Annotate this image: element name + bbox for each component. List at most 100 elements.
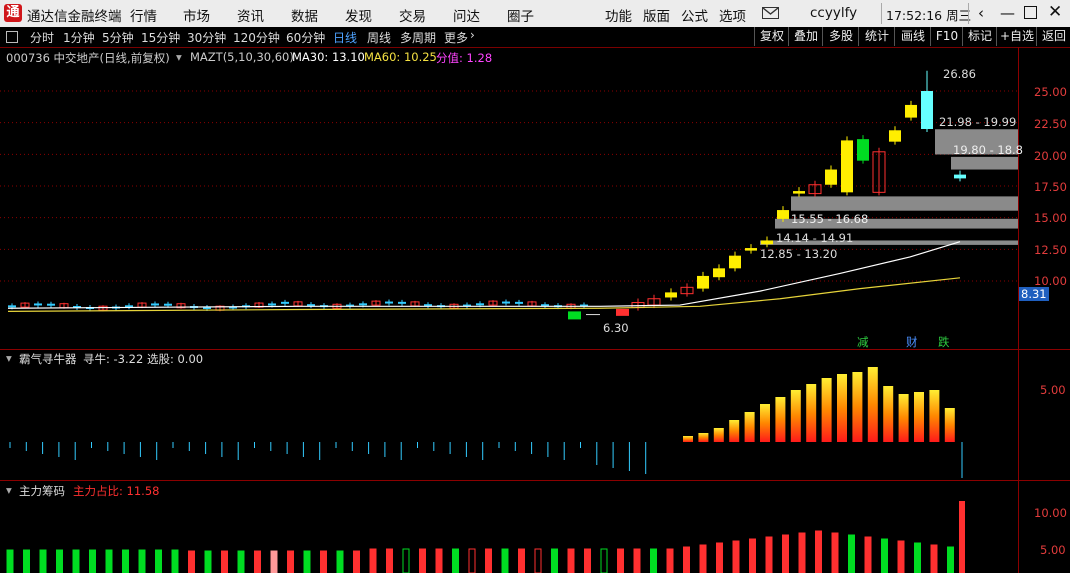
- bar: [600, 548, 608, 573]
- candle: [476, 303, 484, 306]
- y-tick: 15.00: [1034, 211, 1067, 225]
- bar: [699, 544, 707, 573]
- chips-histogram[interactable]: [0, 481, 1018, 573]
- bar: [914, 392, 924, 442]
- divider: [881, 3, 882, 24]
- close-icon[interactable]: ✕: [1048, 2, 1062, 22]
- candle: [905, 104, 917, 118]
- menu-shichang[interactable]: 市场: [183, 5, 210, 25]
- y-tick: 25.00: [1034, 85, 1067, 99]
- gap-label: 12.85 - 13.20: [760, 247, 838, 261]
- bar: [287, 550, 294, 573]
- user-name[interactable]: ccyylfy: [810, 5, 857, 21]
- candlestick-chart[interactable]: [0, 47, 1018, 349]
- mark-button[interactable]: 标记: [962, 27, 997, 46]
- tab-multi-period[interactable]: 多周期: [400, 29, 436, 46]
- menu-banmian[interactable]: 版面: [643, 5, 670, 25]
- bar: [336, 550, 344, 573]
- back-icon[interactable]: ‹: [978, 4, 984, 22]
- f10-button[interactable]: F10: [930, 27, 963, 46]
- candle: [921, 91, 933, 129]
- bar: [419, 548, 426, 573]
- candle: [889, 130, 901, 142]
- stats-button[interactable]: 统计: [858, 27, 895, 46]
- bar: [386, 548, 393, 573]
- event-tag-reduce[interactable]: 减: [857, 334, 869, 350]
- menu-hangqing[interactable]: 行情: [130, 5, 157, 25]
- xunniu-histogram[interactable]: [0, 350, 1018, 480]
- bar: [122, 549, 129, 573]
- bar: [831, 532, 839, 573]
- candle: [8, 305, 16, 308]
- candle: [385, 301, 393, 304]
- axis-divider: [1018, 47, 1019, 573]
- bar: [897, 540, 905, 573]
- bar: [221, 550, 228, 573]
- tab-weekly[interactable]: 周线: [367, 29, 391, 46]
- divider: [968, 3, 969, 24]
- tab-more[interactable]: 更多: [444, 29, 468, 46]
- bar: [732, 540, 740, 573]
- y-tick: 12.50: [1034, 243, 1067, 257]
- candle: [515, 301, 523, 304]
- period-toolbar: 分时 1分钟 5分钟 15分钟 30分钟 120分钟 60分钟 日线 周线 多周…: [0, 27, 1070, 48]
- tab-15min[interactable]: 15分钟: [141, 29, 180, 46]
- draw-line-button[interactable]: 画线: [894, 27, 931, 46]
- bar: [959, 501, 965, 573]
- bar: [518, 548, 525, 573]
- menu-jiaoyi[interactable]: 交易: [399, 5, 426, 25]
- bar: [713, 428, 724, 442]
- menu-gongshi[interactable]: 公式: [681, 5, 708, 25]
- bar: [369, 548, 377, 573]
- tab-30min[interactable]: 30分钟: [187, 29, 226, 46]
- tab-5min[interactable]: 5分钟: [102, 29, 134, 46]
- tab-fenshi[interactable]: 分时: [30, 29, 54, 46]
- back-button[interactable]: 返回: [1036, 27, 1070, 46]
- bar: [821, 378, 832, 442]
- bar: [303, 550, 311, 573]
- menu-gongneng[interactable]: 功能: [605, 5, 632, 25]
- menu-shuju[interactable]: 数据: [291, 5, 318, 25]
- add-favorite-button[interactable]: +自选: [996, 27, 1037, 46]
- event-tag-finance[interactable]: 财: [906, 334, 918, 350]
- maximize-icon[interactable]: [1024, 6, 1037, 19]
- panel-toggle-icon[interactable]: [6, 31, 18, 43]
- tab-1min[interactable]: 1分钟: [63, 29, 95, 46]
- chevron-right-icon[interactable]: ›: [470, 28, 475, 42]
- menu-wenda[interactable]: 问达: [453, 5, 480, 25]
- menu-zixun[interactable]: 资讯: [237, 5, 264, 25]
- fuquan-button[interactable]: 复权: [754, 27, 789, 46]
- bar: [56, 549, 63, 573]
- candle: [502, 301, 510, 304]
- minimize-icon[interactable]: —: [1000, 4, 1015, 22]
- overlay-button[interactable]: 叠加: [788, 27, 823, 46]
- menu-quanzi[interactable]: 圈子: [507, 5, 534, 25]
- candle: [954, 174, 966, 179]
- bar: [485, 548, 492, 573]
- bar: [584, 548, 591, 573]
- menu-xuanxiang[interactable]: 选项: [719, 5, 746, 25]
- bar: [435, 548, 443, 573]
- mail-icon[interactable]: [762, 7, 779, 19]
- bar: [782, 534, 789, 573]
- multi-stock-button[interactable]: 多股: [822, 27, 859, 46]
- bar: [864, 536, 872, 573]
- event-tag-drop[interactable]: 跌: [938, 334, 950, 350]
- candle: [616, 308, 629, 316]
- y-tick: 10.00: [1034, 506, 1067, 520]
- tab-daily[interactable]: 日线: [333, 29, 357, 46]
- bar: [947, 546, 954, 573]
- gap-label: 19.80 - 18.8: [953, 143, 1023, 157]
- y-tick: 17.50: [1034, 180, 1067, 194]
- candle: [857, 139, 869, 161]
- bar: [353, 550, 360, 573]
- bar: [837, 374, 847, 442]
- y-tick: 22.50: [1034, 117, 1067, 131]
- tab-60min[interactable]: 60分钟: [286, 29, 325, 46]
- bar: [567, 548, 575, 573]
- menu-faxian[interactable]: 发现: [345, 5, 372, 25]
- bar: [848, 534, 855, 573]
- tab-120min[interactable]: 120分钟: [233, 29, 280, 46]
- bar: [666, 548, 674, 573]
- bar: [89, 549, 96, 573]
